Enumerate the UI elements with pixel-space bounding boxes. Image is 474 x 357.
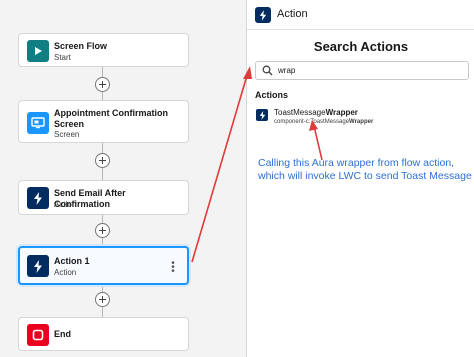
panel-title: Action xyxy=(277,8,308,20)
search-input[interactable] xyxy=(278,64,458,77)
add-element-button[interactable] xyxy=(95,153,110,168)
lightning-icon xyxy=(27,187,49,209)
flow-node-send-email[interactable]: Send Email After Confirmation Action xyxy=(18,180,189,215)
search-actions-heading: Search Actions xyxy=(313,39,409,54)
play-icon xyxy=(27,40,49,62)
flow-node-start[interactable]: Screen Flow Start xyxy=(18,33,189,67)
panel-header: Action xyxy=(247,0,474,30)
lightning-icon xyxy=(27,255,49,277)
more-options-icon[interactable]: • • • xyxy=(171,259,175,277)
add-element-button[interactable] xyxy=(95,223,110,238)
node-title: Appointment Confirmation Screen xyxy=(54,108,168,129)
lightning-icon xyxy=(255,7,271,23)
lightning-icon xyxy=(256,109,268,121)
screen-icon xyxy=(27,112,49,134)
result-api-match: Wrapper xyxy=(349,119,374,125)
node-title: Action 1 xyxy=(54,256,90,266)
action-result-api-name: component-c:ToastMessageWrapper xyxy=(274,119,373,125)
node-title: Screen Flow xyxy=(54,41,108,51)
node-type: Action xyxy=(54,268,77,277)
result-name-prefix: ToastMessage xyxy=(274,108,326,117)
node-title: End xyxy=(54,329,71,339)
search-field[interactable] xyxy=(255,61,469,80)
stop-icon xyxy=(27,324,49,346)
result-api-prefix: component-c:ToastMessage xyxy=(274,119,350,125)
node-type: Start xyxy=(54,53,71,62)
add-element-button[interactable] xyxy=(95,77,110,92)
action-panel: Action Search Actions Actions ToastMessa… xyxy=(246,0,474,357)
search-icon xyxy=(262,65,273,76)
node-type: Screen xyxy=(54,130,80,139)
action-result-item[interactable]: ToastMessageWrapper component-c:ToastMes… xyxy=(253,104,453,126)
annotation-note: Calling this Aura wrapper from flow acti… xyxy=(258,157,472,182)
actions-section-heading: Actions xyxy=(255,90,289,100)
node-type: Action xyxy=(54,200,77,209)
flow-node-action-1[interactable]: Action 1 Action • • • xyxy=(18,246,189,285)
result-name-match: Wrapper xyxy=(325,108,358,117)
flow-canvas: Screen Flow Start Appointment Confirmati… xyxy=(0,0,246,357)
add-element-button[interactable] xyxy=(95,292,110,307)
flow-node-end[interactable]: End xyxy=(18,317,189,351)
action-result-name: ToastMessageWrapper xyxy=(274,108,358,117)
flow-node-screen[interactable]: Appointment Confirmation Screen Screen xyxy=(18,100,189,143)
